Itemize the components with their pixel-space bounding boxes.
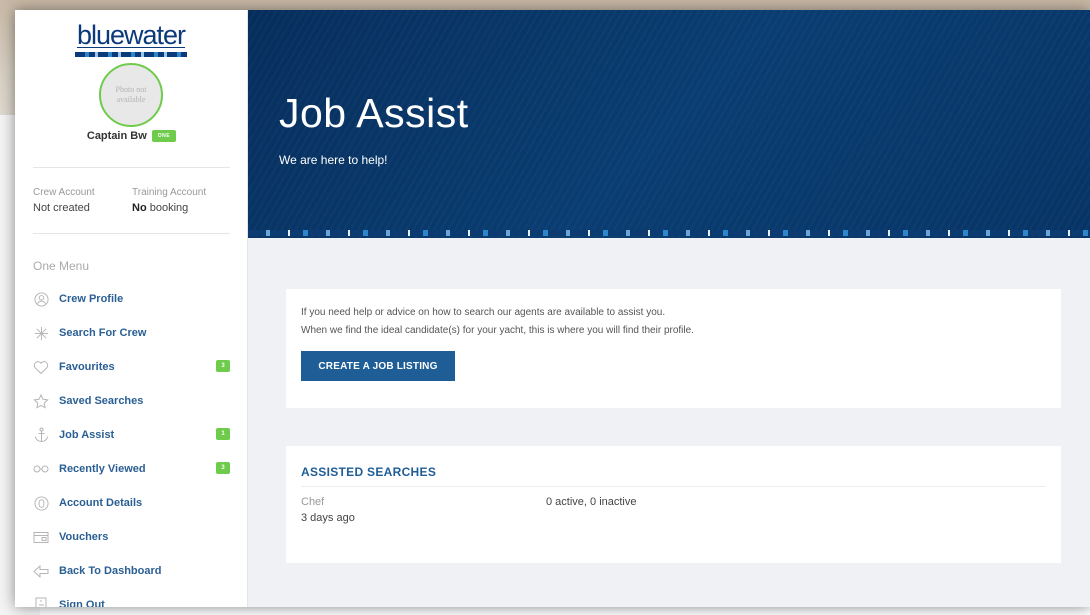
user-name: Captain Bw — [86, 130, 147, 142]
sidebar-item-back-to-dashboard[interactable]: Back To Dashboard — [33, 554, 230, 588]
sidebar-item-search-for-crew[interactable]: Search For Crew — [33, 316, 230, 350]
user-name-row: Captain Bw ONE — [15, 130, 248, 143]
brand-logo[interactable]: bluewater — [75, 22, 187, 57]
assisted-searches-card: ASSISTED SEARCHES Chef 3 days ago 0 acti… — [286, 446, 1061, 563]
crew-account-label: Crew Account — [33, 187, 95, 198]
training-account-bold: No — [132, 202, 147, 214]
sidebar-item-vouchers[interactable]: Vouchers — [33, 520, 230, 554]
assisted-searches-heading: ASSISTED SEARCHES — [301, 465, 437, 479]
app-window: bluewater Photo not available Captain Bw… — [15, 10, 1090, 607]
divider — [301, 486, 1046, 487]
divider — [33, 167, 230, 168]
training-account-value: No booking — [132, 202, 206, 214]
star-icon — [33, 393, 49, 409]
sidebar: bluewater Photo not available Captain Bw… — [15, 10, 248, 607]
page-title: Job Assist — [279, 90, 469, 136]
assisted-search-time: 3 days ago — [301, 512, 355, 524]
logo-text: bluewater — [76, 20, 186, 50]
person-circle-icon — [33, 291, 49, 307]
help-text-line-2: When we find the ideal candidate(s) for … — [301, 325, 694, 336]
recently-viewed-count-badge: 3 — [216, 462, 230, 474]
sidebar-item-job-assist[interactable]: Job Assist 1 — [33, 418, 230, 452]
assisted-search-role[interactable]: Chef — [301, 496, 324, 508]
sidebar-item-label: Recently Viewed — [59, 463, 146, 475]
crew-account-value: Not created — [33, 202, 90, 214]
sidebar-item-label: Job Assist — [59, 429, 115, 441]
training-account-label: Training Account — [132, 187, 207, 198]
sidebar-item-recently-viewed[interactable]: Recently Viewed 3 — [33, 452, 230, 486]
sidebar-item-label: Vouchers — [59, 531, 109, 543]
create-job-listing-button[interactable]: CREATE A JOB LISTING — [301, 351, 455, 381]
heart-icon — [33, 359, 49, 375]
sidebar-item-label: Search For Crew — [59, 327, 147, 339]
sidebar-item-favourites[interactable]: Favourites 3 — [33, 350, 230, 384]
avatar-placeholder-text: Photo not available — [115, 85, 147, 104]
divider — [33, 233, 230, 234]
back-icon — [33, 563, 49, 579]
voucher-icon — [33, 529, 49, 545]
menu-heading: One Menu — [33, 259, 90, 273]
favourites-count-badge: 3 — [216, 360, 230, 372]
sidebar-menu: Crew Profile Search For Crew Favourites … — [33, 282, 230, 607]
sidebar-item-label: Sign Out — [59, 599, 105, 607]
job-assist-count-badge: 1 — [216, 428, 230, 440]
sidebar-item-crew-profile[interactable]: Crew Profile — [33, 282, 230, 316]
training-account-status: Training Account No booking — [132, 187, 206, 214]
account-icon — [33, 495, 49, 511]
anchor-icon — [33, 427, 49, 443]
page-subtitle: We are here to help! — [279, 153, 388, 167]
sidebar-item-account-details[interactable]: Account Details — [33, 486, 230, 520]
sidebar-item-label: Saved Searches — [59, 395, 144, 407]
snowflake-icon — [33, 325, 49, 341]
sign-out-icon — [33, 597, 49, 607]
help-card: If you need help or advice on how to sea… — [286, 289, 1061, 408]
sidebar-item-label: Account Details — [59, 497, 143, 509]
training-account-text: booking — [146, 202, 189, 214]
sidebar-item-sign-out[interactable]: Sign Out — [33, 588, 230, 607]
hero-stripe — [248, 230, 1090, 236]
sidebar-item-label: Back To Dashboard — [59, 565, 162, 577]
membership-badge: ONE — [151, 130, 177, 143]
page-hero: Job Assist We are here to help! — [248, 10, 1090, 238]
assisted-search-status: 0 active, 0 inactive — [546, 496, 637, 508]
help-text-line-1: If you need help or advice on how to sea… — [301, 307, 666, 318]
sidebar-item-label: Favourites — [59, 361, 115, 373]
crew-account-status: Crew Account Not created — [33, 187, 95, 214]
avatar[interactable]: Photo not available — [99, 63, 163, 127]
sidebar-item-label: Crew Profile — [59, 293, 124, 305]
glasses-icon — [33, 461, 49, 477]
logo-stripe — [75, 52, 187, 57]
sidebar-item-saved-searches[interactable]: Saved Searches — [33, 384, 230, 418]
